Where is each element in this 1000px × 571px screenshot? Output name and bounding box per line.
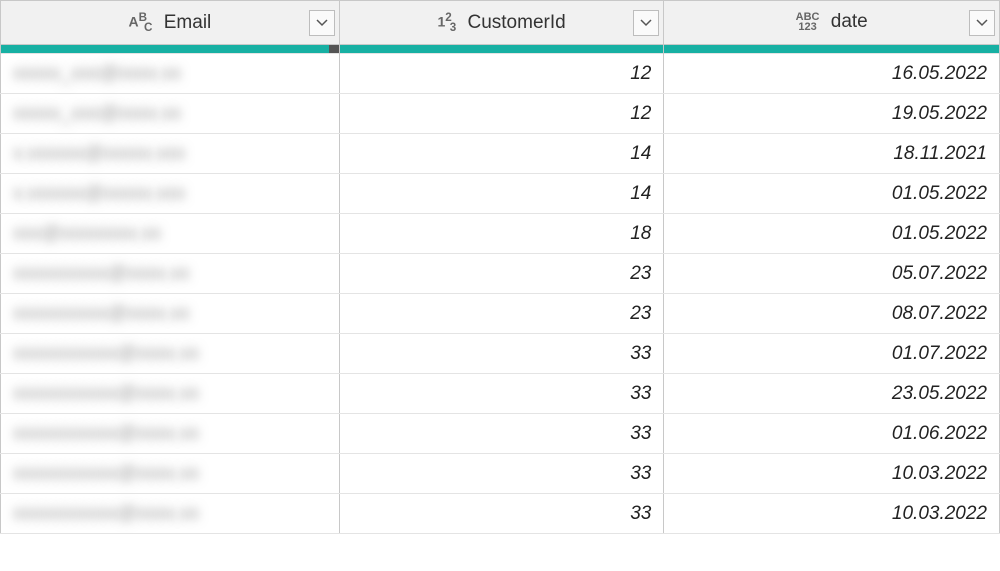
table-row[interactable]: xxxxx_xxx@xxxx.xx1219.05.2022: [1, 94, 1000, 134]
cell-email[interactable]: xxxxxxxxxxx@xxxx.xx: [1, 494, 340, 534]
quality-bar-email: [1, 45, 340, 54]
cell-customerid[interactable]: 33: [339, 374, 664, 414]
cell-email[interactable]: xxxxxxxxxx@xxxx.xx: [1, 254, 340, 294]
table-row[interactable]: xxxxxxxxxx@xxxx.xx2308.07.2022: [1, 294, 1000, 334]
cell-customerid[interactable]: 14: [339, 174, 664, 214]
cell-date[interactable]: 01.07.2022: [664, 334, 1000, 374]
cell-email[interactable]: xxxxxxxxxxx@xxxx.xx: [1, 454, 340, 494]
cell-customerid[interactable]: 33: [339, 494, 664, 534]
cell-date[interactable]: 16.05.2022: [664, 54, 1000, 94]
cell-email[interactable]: xxxxxxxxxx@xxxx.xx: [1, 294, 340, 334]
chevron-down-icon: [976, 19, 988, 27]
column-label: CustomerId: [467, 12, 565, 34]
cell-date[interactable]: 01.05.2022: [664, 174, 1000, 214]
quality-bar-customerid: [339, 45, 664, 54]
table-row[interactable]: xxxxxxxxxx@xxxx.xx2305.07.2022: [1, 254, 1000, 294]
cell-date[interactable]: 23.05.2022: [664, 374, 1000, 414]
cell-email[interactable]: xxx@xxxxxxxx.xx: [1, 214, 340, 254]
chevron-down-icon: [640, 19, 652, 27]
table-row[interactable]: xxxxxxxxxxx@xxxx.xx3310.03.2022: [1, 494, 1000, 534]
cell-date[interactable]: 01.05.2022: [664, 214, 1000, 254]
cell-customerid[interactable]: 33: [339, 454, 664, 494]
header-row: ABC Email 123 CustomerId ABC123 date: [1, 1, 1000, 45]
table-row[interactable]: xxxxxxxxxxx@xxxx.xx3323.05.2022: [1, 374, 1000, 414]
column-label: Email: [164, 12, 212, 34]
cell-date[interactable]: 10.03.2022: [664, 454, 1000, 494]
cell-email[interactable]: x.xxxxxx@xxxxx.xxx: [1, 174, 340, 214]
cell-date[interactable]: 01.06.2022: [664, 414, 1000, 454]
cell-customerid[interactable]: 33: [339, 414, 664, 454]
cell-customerid[interactable]: 12: [339, 54, 664, 94]
cell-date[interactable]: 19.05.2022: [664, 94, 1000, 134]
quality-bar-date: [664, 45, 1000, 54]
column-label: date: [831, 11, 868, 33]
column-header-date[interactable]: ABC123 date: [664, 1, 1000, 45]
cell-date[interactable]: 10.03.2022: [664, 494, 1000, 534]
cell-date[interactable]: 08.07.2022: [664, 294, 1000, 334]
quality-bar-row: [1, 45, 1000, 54]
cell-customerid[interactable]: 23: [339, 294, 664, 334]
filter-dropdown-button[interactable]: [633, 10, 659, 36]
data-table: ABC Email 123 CustomerId ABC123 date xxx…: [0, 0, 1000, 534]
table-row[interactable]: xxxxx_xxx@xxxx.xx1216.05.2022: [1, 54, 1000, 94]
cell-email[interactable]: xxxxxxxxxxx@xxxx.xx: [1, 334, 340, 374]
filter-dropdown-button[interactable]: [309, 10, 335, 36]
cell-email[interactable]: xxxxxxxxxxx@xxxx.xx: [1, 374, 340, 414]
cell-customerid[interactable]: 33: [339, 334, 664, 374]
cell-email[interactable]: xxxxx_xxx@xxxx.xx: [1, 54, 340, 94]
cell-customerid[interactable]: 14: [339, 134, 664, 174]
number-type-icon: 123: [437, 11, 456, 33]
filter-dropdown-button[interactable]: [969, 10, 995, 36]
cell-date[interactable]: 05.07.2022: [664, 254, 1000, 294]
chevron-down-icon: [316, 19, 328, 27]
table-row[interactable]: xxxxxxxxxxx@xxxx.xx3310.03.2022: [1, 454, 1000, 494]
cell-email[interactable]: xxxxx_xxx@xxxx.xx: [1, 94, 340, 134]
cell-customerid[interactable]: 18: [339, 214, 664, 254]
table-row[interactable]: x.xxxxxx@xxxxx.xxx1418.11.2021: [1, 134, 1000, 174]
table-row[interactable]: x.xxxxxx@xxxxx.xxx1401.05.2022: [1, 174, 1000, 214]
column-header-customerid[interactable]: 123 CustomerId: [339, 1, 664, 45]
text-type-icon: ABC: [129, 11, 153, 33]
table-row[interactable]: xxxxxxxxxxx@xxxx.xx3301.06.2022: [1, 414, 1000, 454]
cell-date[interactable]: 18.11.2021: [664, 134, 1000, 174]
cell-email[interactable]: xxxxxxxxxxx@xxxx.xx: [1, 414, 340, 454]
cell-customerid[interactable]: 23: [339, 254, 664, 294]
column-header-email[interactable]: ABC Email: [1, 1, 340, 45]
any-type-icon: ABC123: [796, 12, 820, 32]
cell-customerid[interactable]: 12: [339, 94, 664, 134]
cell-email[interactable]: x.xxxxxx@xxxxx.xxx: [1, 134, 340, 174]
table-row[interactable]: xxxxxxxxxxx@xxxx.xx3301.07.2022: [1, 334, 1000, 374]
table-row[interactable]: xxx@xxxxxxxx.xx1801.05.2022: [1, 214, 1000, 254]
